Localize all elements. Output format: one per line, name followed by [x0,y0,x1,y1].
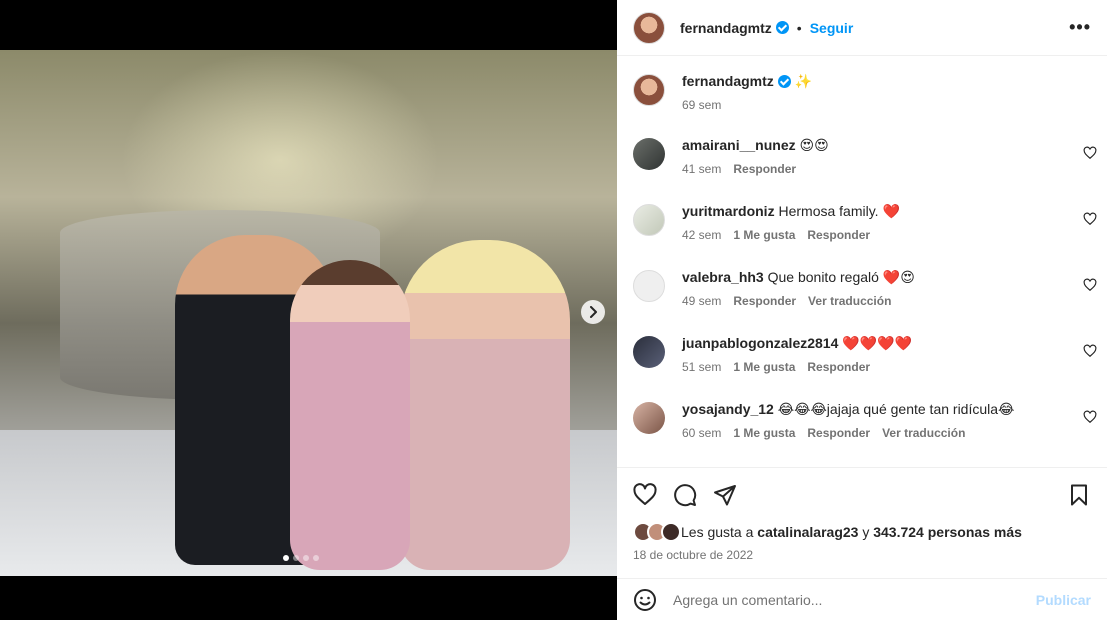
comment-text: 😍😍 [799,137,829,153]
caption: fernandagmtz ✨ 69 sem [617,72,1107,136]
commenter-username[interactable]: yosajandy_12 [682,401,774,417]
see-translation-button[interactable]: Ver traducción [882,426,965,440]
comment-likes[interactable]: 1 Me gusta [733,360,795,374]
likes-prefix: Les gusta a [681,524,754,540]
post-actions: Les gusta a catalinalarag23 y 343.724 pe… [617,467,1107,562]
commenter-avatar[interactable] [633,204,665,236]
comment-text: 😂😂😂jajaja qué gente tan ridícula😂 [777,401,1015,417]
caption-time[interactable]: 69 sem [682,98,721,112]
photo-person-woman [400,240,570,570]
commenter-username[interactable]: amairani__nunez [682,137,796,153]
commenter-username[interactable]: juanpablogonzalez2814 [682,335,838,351]
caption-avatar[interactable] [633,74,665,106]
carousel-dot [313,555,319,561]
verified-icon [777,75,791,88]
emoji-icon[interactable] [633,588,657,612]
reply-button[interactable]: Responder [807,228,870,242]
chevron-right-icon [590,306,597,318]
comment-item: valebra_hh3 Que bonito regaló ❤️😍 49 sem… [617,268,1107,334]
carousel-dot [303,555,309,561]
comment-text: Hermosa family. ❤️ [778,203,900,219]
media-area [0,0,617,620]
carousel-dot [283,555,289,561]
reply-button[interactable]: Responder [733,162,796,176]
comment-item: yuritmardoniz Hermosa family. ❤️ 42 sem … [617,202,1107,268]
reply-button[interactable]: Responder [807,360,870,374]
more-icon[interactable]: ••• [1069,17,1091,38]
author-avatar[interactable] [633,11,665,44]
verified-icon [775,21,789,34]
post-header: fernandagmtz • Seguir ••• [617,0,1107,56]
likes-joiner: y [862,524,870,540]
commenter-avatar[interactable] [633,336,665,368]
see-translation-button[interactable]: Ver traducción [808,294,891,308]
comment-text: ❤️❤️❤️❤️ [842,335,912,351]
share-icon[interactable] [713,483,737,507]
publish-button[interactable]: Publicar [1036,592,1091,608]
comment-time[interactable]: 42 sem [682,228,721,242]
post-side-panel: fernandagmtz • Seguir ••• fernandagmtz ✨… [617,0,1107,620]
caption-username[interactable]: fernandagmtz [682,73,774,89]
carousel-indicator [283,555,319,561]
follow-button[interactable]: Seguir [810,20,854,36]
comment-item: juanpablogonzalez2814 ❤️❤️❤️❤️ 51 sem 1 … [617,334,1107,400]
likes-summary: Les gusta a catalinalarag23 y 343.724 pe… [633,522,1091,542]
like-comment-heart-icon[interactable] [1083,344,1097,358]
commenter-avatar[interactable] [633,138,665,170]
caption-text: ✨ [794,73,813,89]
comment-item: yosajandy_12 😂😂😂jajaja qué gente tan rid… [617,400,1107,466]
like-comment-heart-icon[interactable] [1083,278,1097,292]
likes-count-link[interactable]: 343.724 personas más [873,524,1022,540]
author-username[interactable]: fernandagmtz [680,20,772,36]
reply-button[interactable]: Responder [807,426,870,440]
bookmark-icon[interactable] [1067,483,1091,507]
post-date[interactable]: 18 de octubre de 2022 [633,548,1091,562]
comments-list[interactable]: fernandagmtz ✨ 69 sem amairani__nunez 😍😍… [617,56,1107,467]
comment-composer: Publicar [617,578,1107,620]
commenter-username[interactable]: valebra_hh3 [682,269,764,285]
next-slide-button[interactable] [581,300,605,324]
comment-icon[interactable] [673,483,697,507]
action-bar [633,482,1091,508]
photo-person-girl [290,260,410,570]
liker-avatars [633,522,681,542]
like-comment-heart-icon[interactable] [1083,212,1097,226]
comment-likes[interactable]: 1 Me gusta [733,426,795,440]
separator-dot: • [796,19,802,36]
comment-text: Que bonito regaló ❤️😍 [767,269,915,285]
commenter-username[interactable]: yuritmardoniz [682,203,775,219]
commenter-avatar[interactable] [633,270,665,302]
commenter-avatar[interactable] [633,402,665,434]
liker-avatar[interactable] [661,522,681,542]
comment-time[interactable]: 51 sem [682,360,721,374]
liker-username[interactable]: catalinalarag23 [757,524,858,540]
like-comment-heart-icon[interactable] [1083,410,1097,424]
comment-likes[interactable]: 1 Me gusta [733,228,795,242]
heart-icon[interactable] [633,483,657,507]
like-comment-heart-icon[interactable] [1083,146,1097,160]
carousel-dot [293,555,299,561]
comment-time[interactable]: 49 sem [682,294,721,308]
comment-time[interactable]: 60 sem [682,426,721,440]
instagram-post-viewer: fernandagmtz • Seguir ••• fernandagmtz ✨… [0,0,1107,620]
comment-item: amairani__nunez 😍😍 41 sem Responder [617,136,1107,202]
reply-button[interactable]: Responder [733,294,796,308]
post-photo[interactable] [0,50,617,576]
comment-time[interactable]: 41 sem [682,162,721,176]
comment-input[interactable] [673,591,1036,608]
